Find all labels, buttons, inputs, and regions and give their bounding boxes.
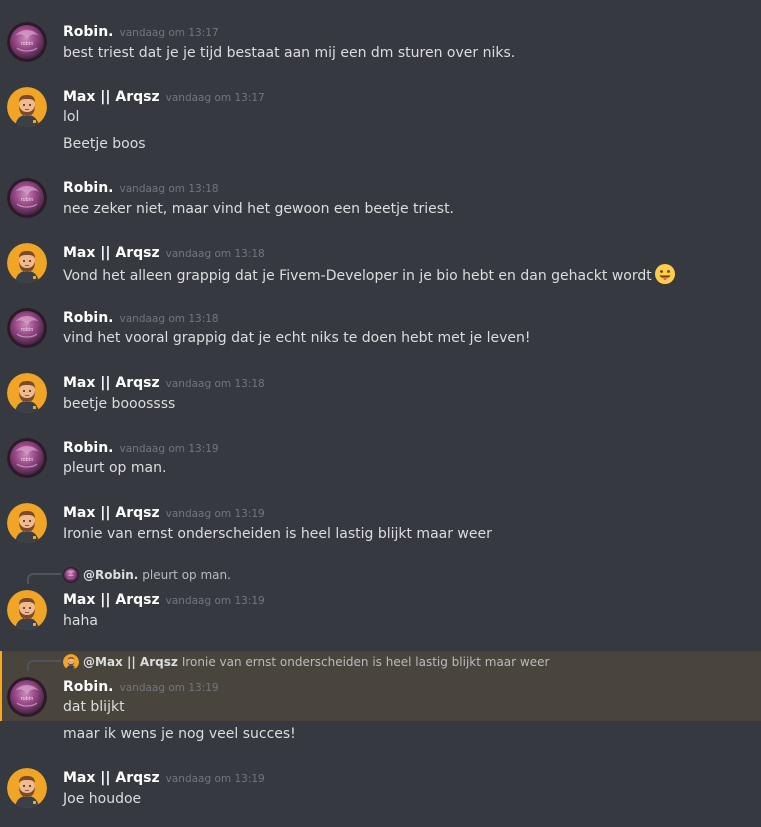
author-name[interactable]: Robin. <box>63 310 114 326</box>
message-text: maar ik wens je nog veel succes! <box>63 726 296 742</box>
message-text-content: Vond het alleen grappig dat je Fivem-Dev… <box>63 268 652 284</box>
avatar[interactable] <box>7 22 47 62</box>
timestamp: vandaag om 13:17 <box>119 27 219 39</box>
author-name[interactable]: Max || Arqsz <box>63 592 160 608</box>
timestamp: vandaag om 13:19 <box>165 595 265 607</box>
timestamp: vandaag om 13:19 <box>165 508 265 520</box>
author-name[interactable]: Max || Arqsz <box>63 505 160 521</box>
timestamp: vandaag om 13:18 <box>119 183 219 195</box>
message-header: Max || Arqsz vandaag om 13:19 <box>63 589 265 609</box>
message-header: Robin. vandaag om 13:19 <box>63 437 219 457</box>
message-text: best triest dat je je tijd bestaat aan m… <box>63 45 516 61</box>
timestamp: vandaag om 13:19 <box>119 443 219 455</box>
avatar[interactable] <box>7 243 47 283</box>
message-text: Joe houdoe <box>63 791 142 807</box>
message-text: lol <box>63 109 80 125</box>
author-name[interactable]: Robin. <box>63 440 114 456</box>
message-text: pleurt op man. <box>63 460 167 476</box>
author-name[interactable]: Max || Arqsz <box>63 375 160 391</box>
message-text: Ironie van ernst onderscheiden is heel l… <box>63 526 492 542</box>
avatar[interactable] <box>7 308 47 348</box>
avatar[interactable] <box>7 768 47 808</box>
timestamp: vandaag om 13:19 <box>119 682 219 694</box>
avatar[interactable] <box>7 590 47 630</box>
message-header: Max || Arqsz vandaag om 13:18 <box>63 372 265 392</box>
message-header: Max || Arqsz vandaag om 13:19 <box>63 767 265 787</box>
timestamp: vandaag om 13:19 <box>165 773 265 785</box>
chat-messages: Robin. vandaag om 13:17 best triest dat j… <box>0 0 761 827</box>
avatar[interactable] <box>7 373 47 413</box>
author-name[interactable]: Robin. <box>63 24 114 40</box>
reply-avatar <box>63 567 79 583</box>
message-header: Robin. vandaag om 13:18 <box>63 307 219 327</box>
reply-spine <box>27 573 61 584</box>
message-text: dat blijkt <box>63 699 125 715</box>
author-name[interactable]: Max || Arqsz <box>63 89 160 105</box>
reply-text[interactable]: Ironie van ernst onderscheiden is heel l… <box>182 655 550 669</box>
avatar[interactable] <box>7 178 47 218</box>
message-header: Robin. vandaag om 13:17 <box>63 21 219 41</box>
message-header: Max || Arqsz vandaag om 13:18 <box>63 242 265 262</box>
reply-spine <box>27 660 61 671</box>
avatar[interactable] <box>7 677 47 717</box>
message-header: Max || Arqsz vandaag om 13:19 <box>63 502 265 522</box>
message-text: haha <box>63 613 98 629</box>
author-name[interactable]: Robin. <box>63 180 114 196</box>
timestamp: vandaag om 13:17 <box>165 92 265 104</box>
message-text: nee zeker niet, maar vind het gewoon een… <box>63 201 455 217</box>
author-name[interactable]: Max || Arqsz <box>63 245 160 261</box>
message-text: beetje booossss <box>63 396 176 412</box>
avatar[interactable] <box>7 438 47 478</box>
reply-avatar <box>63 654 79 670</box>
author-name[interactable]: Max || Arqsz <box>63 770 160 786</box>
author-name[interactable]: Robin. <box>63 679 114 695</box>
reply-reference[interactable]: @Robin. pleurt op man. <box>63 567 231 583</box>
message-header: Max || Arqsz vandaag om 13:17 <box>63 86 265 106</box>
timestamp: vandaag om 13:18 <box>165 378 265 390</box>
message-text: vind het vooral grappig dat je echt niks… <box>63 330 531 346</box>
tongue-out-emoji-icon[interactable] <box>654 263 676 285</box>
timestamp: vandaag om 13:18 <box>165 248 265 260</box>
reply-author[interactable]: @Robin. <box>83 568 138 582</box>
message-text: Beetje boos <box>63 136 146 152</box>
avatar[interactable] <box>7 87 47 127</box>
message-header: Robin. vandaag om 13:18 <box>63 177 219 197</box>
reply-text[interactable]: pleurt op man. <box>142 568 231 582</box>
reply-reference[interactable]: @Max || Arqsz Ironie van ernst ondersche… <box>63 654 549 670</box>
timestamp: vandaag om 13:18 <box>119 313 219 325</box>
reply-author[interactable]: @Max || Arqsz <box>83 655 178 669</box>
message-header: Robin. vandaag om 13:19 <box>63 676 219 696</box>
message-text: Vond het alleen grappig dat je Fivem-Dev… <box>63 263 676 286</box>
avatar[interactable] <box>7 503 47 543</box>
